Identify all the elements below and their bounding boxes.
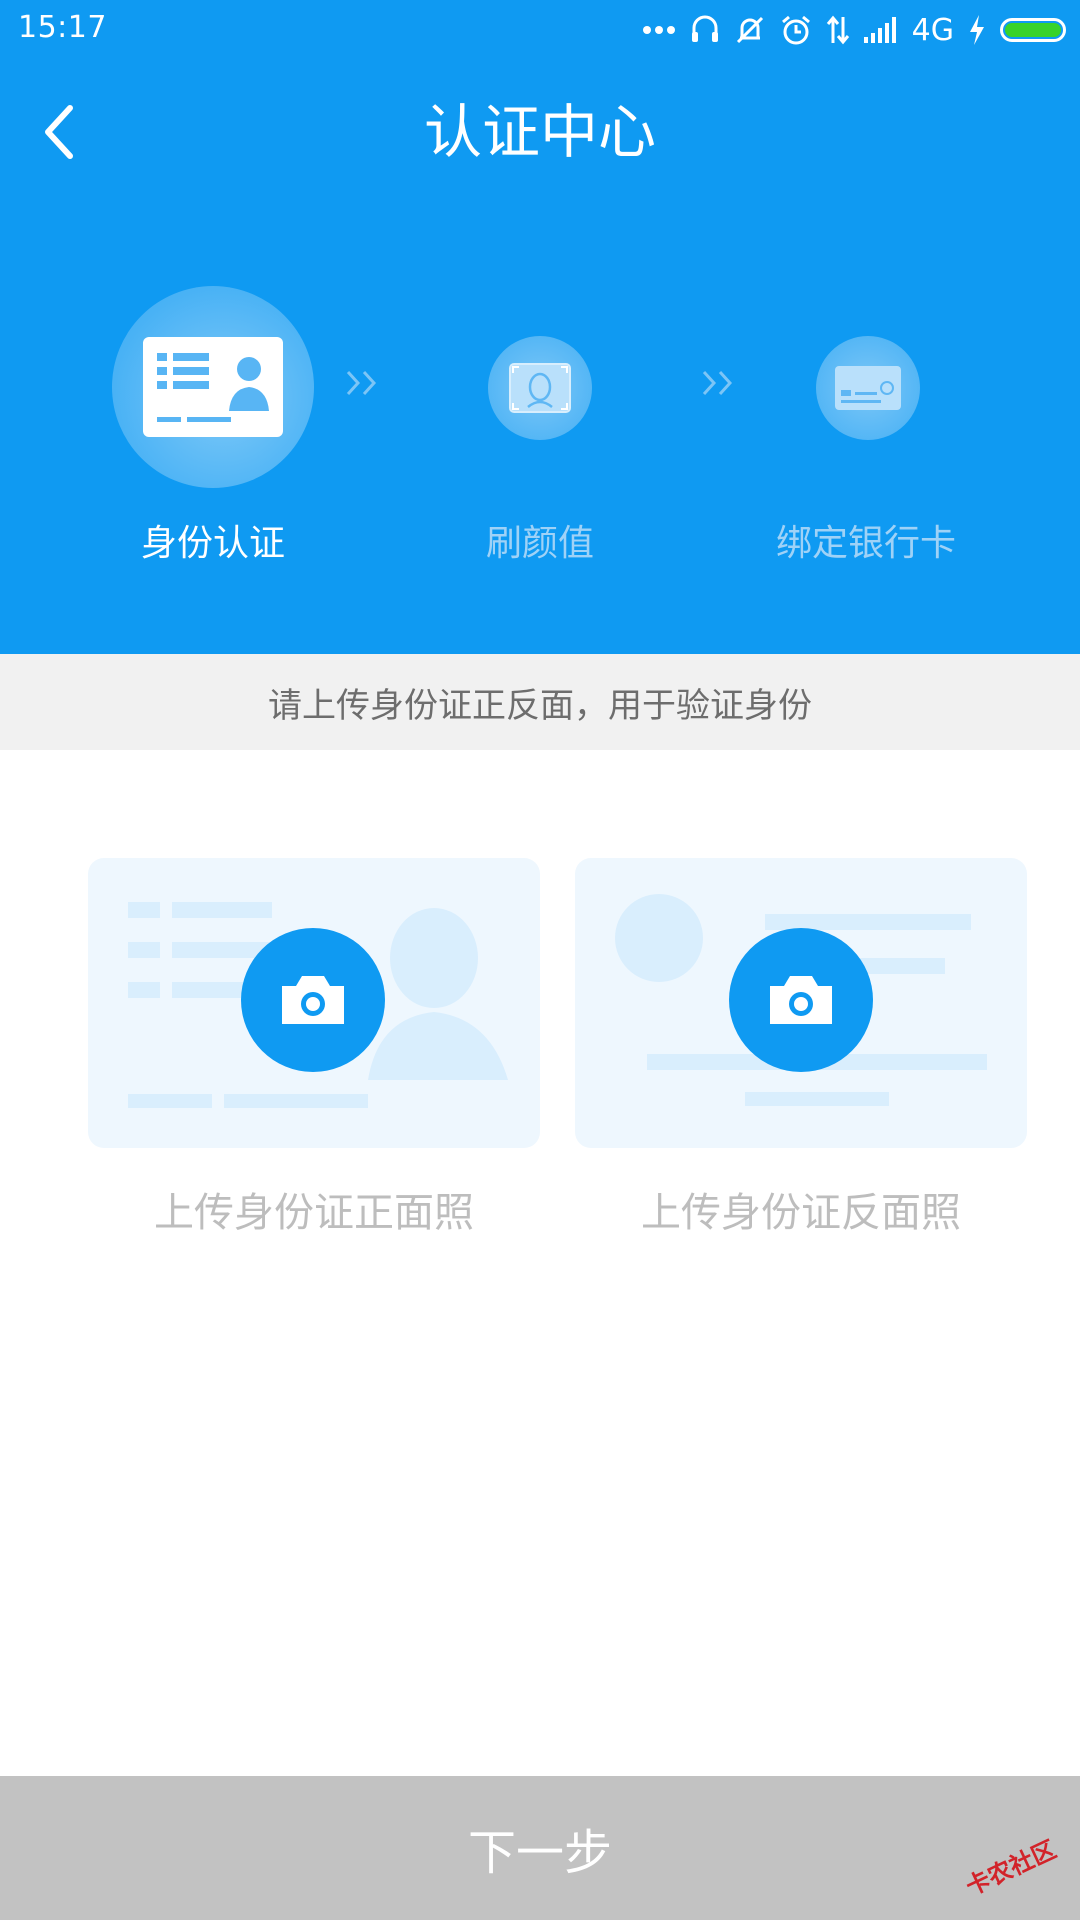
camera-icon bbox=[770, 976, 832, 1024]
step-face-circle bbox=[488, 336, 592, 440]
step-face-label: 刷颜值 bbox=[485, 523, 594, 564]
next-step-button[interactable]: 下一步 bbox=[0, 1776, 1080, 1920]
upload-id-front-label: 上传身份证正面照 bbox=[154, 1190, 474, 1236]
camera-button-front[interactable] bbox=[241, 928, 385, 1072]
step-identity-label: 身份认证 bbox=[140, 523, 285, 564]
battery-icon bbox=[1000, 18, 1066, 42]
upload-id-back-label: 上传身份证反面照 bbox=[641, 1190, 961, 1236]
status-icons: 4G bbox=[642, 12, 1066, 48]
svg-text:卡农社区: 卡农社区 bbox=[962, 1836, 1061, 1896]
step-bank-card-label: 绑定银行卡 bbox=[775, 523, 956, 564]
data-arrows-icon bbox=[826, 15, 849, 45]
status-time: 15:17 bbox=[18, 10, 107, 45]
camera-button-back[interactable] bbox=[729, 928, 873, 1072]
hint-bar: 请上传身份证正反面，用于验证身份 bbox=[0, 654, 1080, 750]
page-title: 认证中心 bbox=[423, 98, 656, 166]
mute-icon bbox=[736, 16, 763, 44]
watermark-logo: 卡农社区 bbox=[962, 1836, 1061, 1896]
upload-id-front[interactable] bbox=[88, 858, 540, 1148]
step-identity-circle bbox=[112, 286, 314, 488]
status-bar: 15:17 4G bbox=[0, 0, 1080, 62]
alarm-icon bbox=[781, 15, 810, 45]
id-card-icon bbox=[143, 337, 283, 437]
camera-icon bbox=[282, 976, 344, 1024]
charging-icon bbox=[970, 15, 984, 45]
face-photo-icon bbox=[509, 363, 571, 413]
double-chevron-icon bbox=[346, 370, 377, 396]
bank-card-icon bbox=[835, 366, 901, 410]
more-dots-icon bbox=[642, 26, 675, 34]
headset-icon bbox=[691, 15, 718, 42]
network-type: 4G bbox=[911, 12, 954, 48]
upload-id-back[interactable] bbox=[575, 858, 1027, 1148]
double-chevron-icon bbox=[702, 370, 733, 396]
header: 15:17 4G 认证中心 身份认证 刷颜值 绑定银行卡 bbox=[0, 0, 1080, 654]
step-bank-card-circle bbox=[816, 336, 920, 440]
signal-icon bbox=[863, 17, 896, 43]
nav-bar: 认证中心 bbox=[0, 82, 1080, 182]
step-indicator: 身份认证 刷颜值 绑定银行卡 bbox=[0, 280, 1080, 580]
